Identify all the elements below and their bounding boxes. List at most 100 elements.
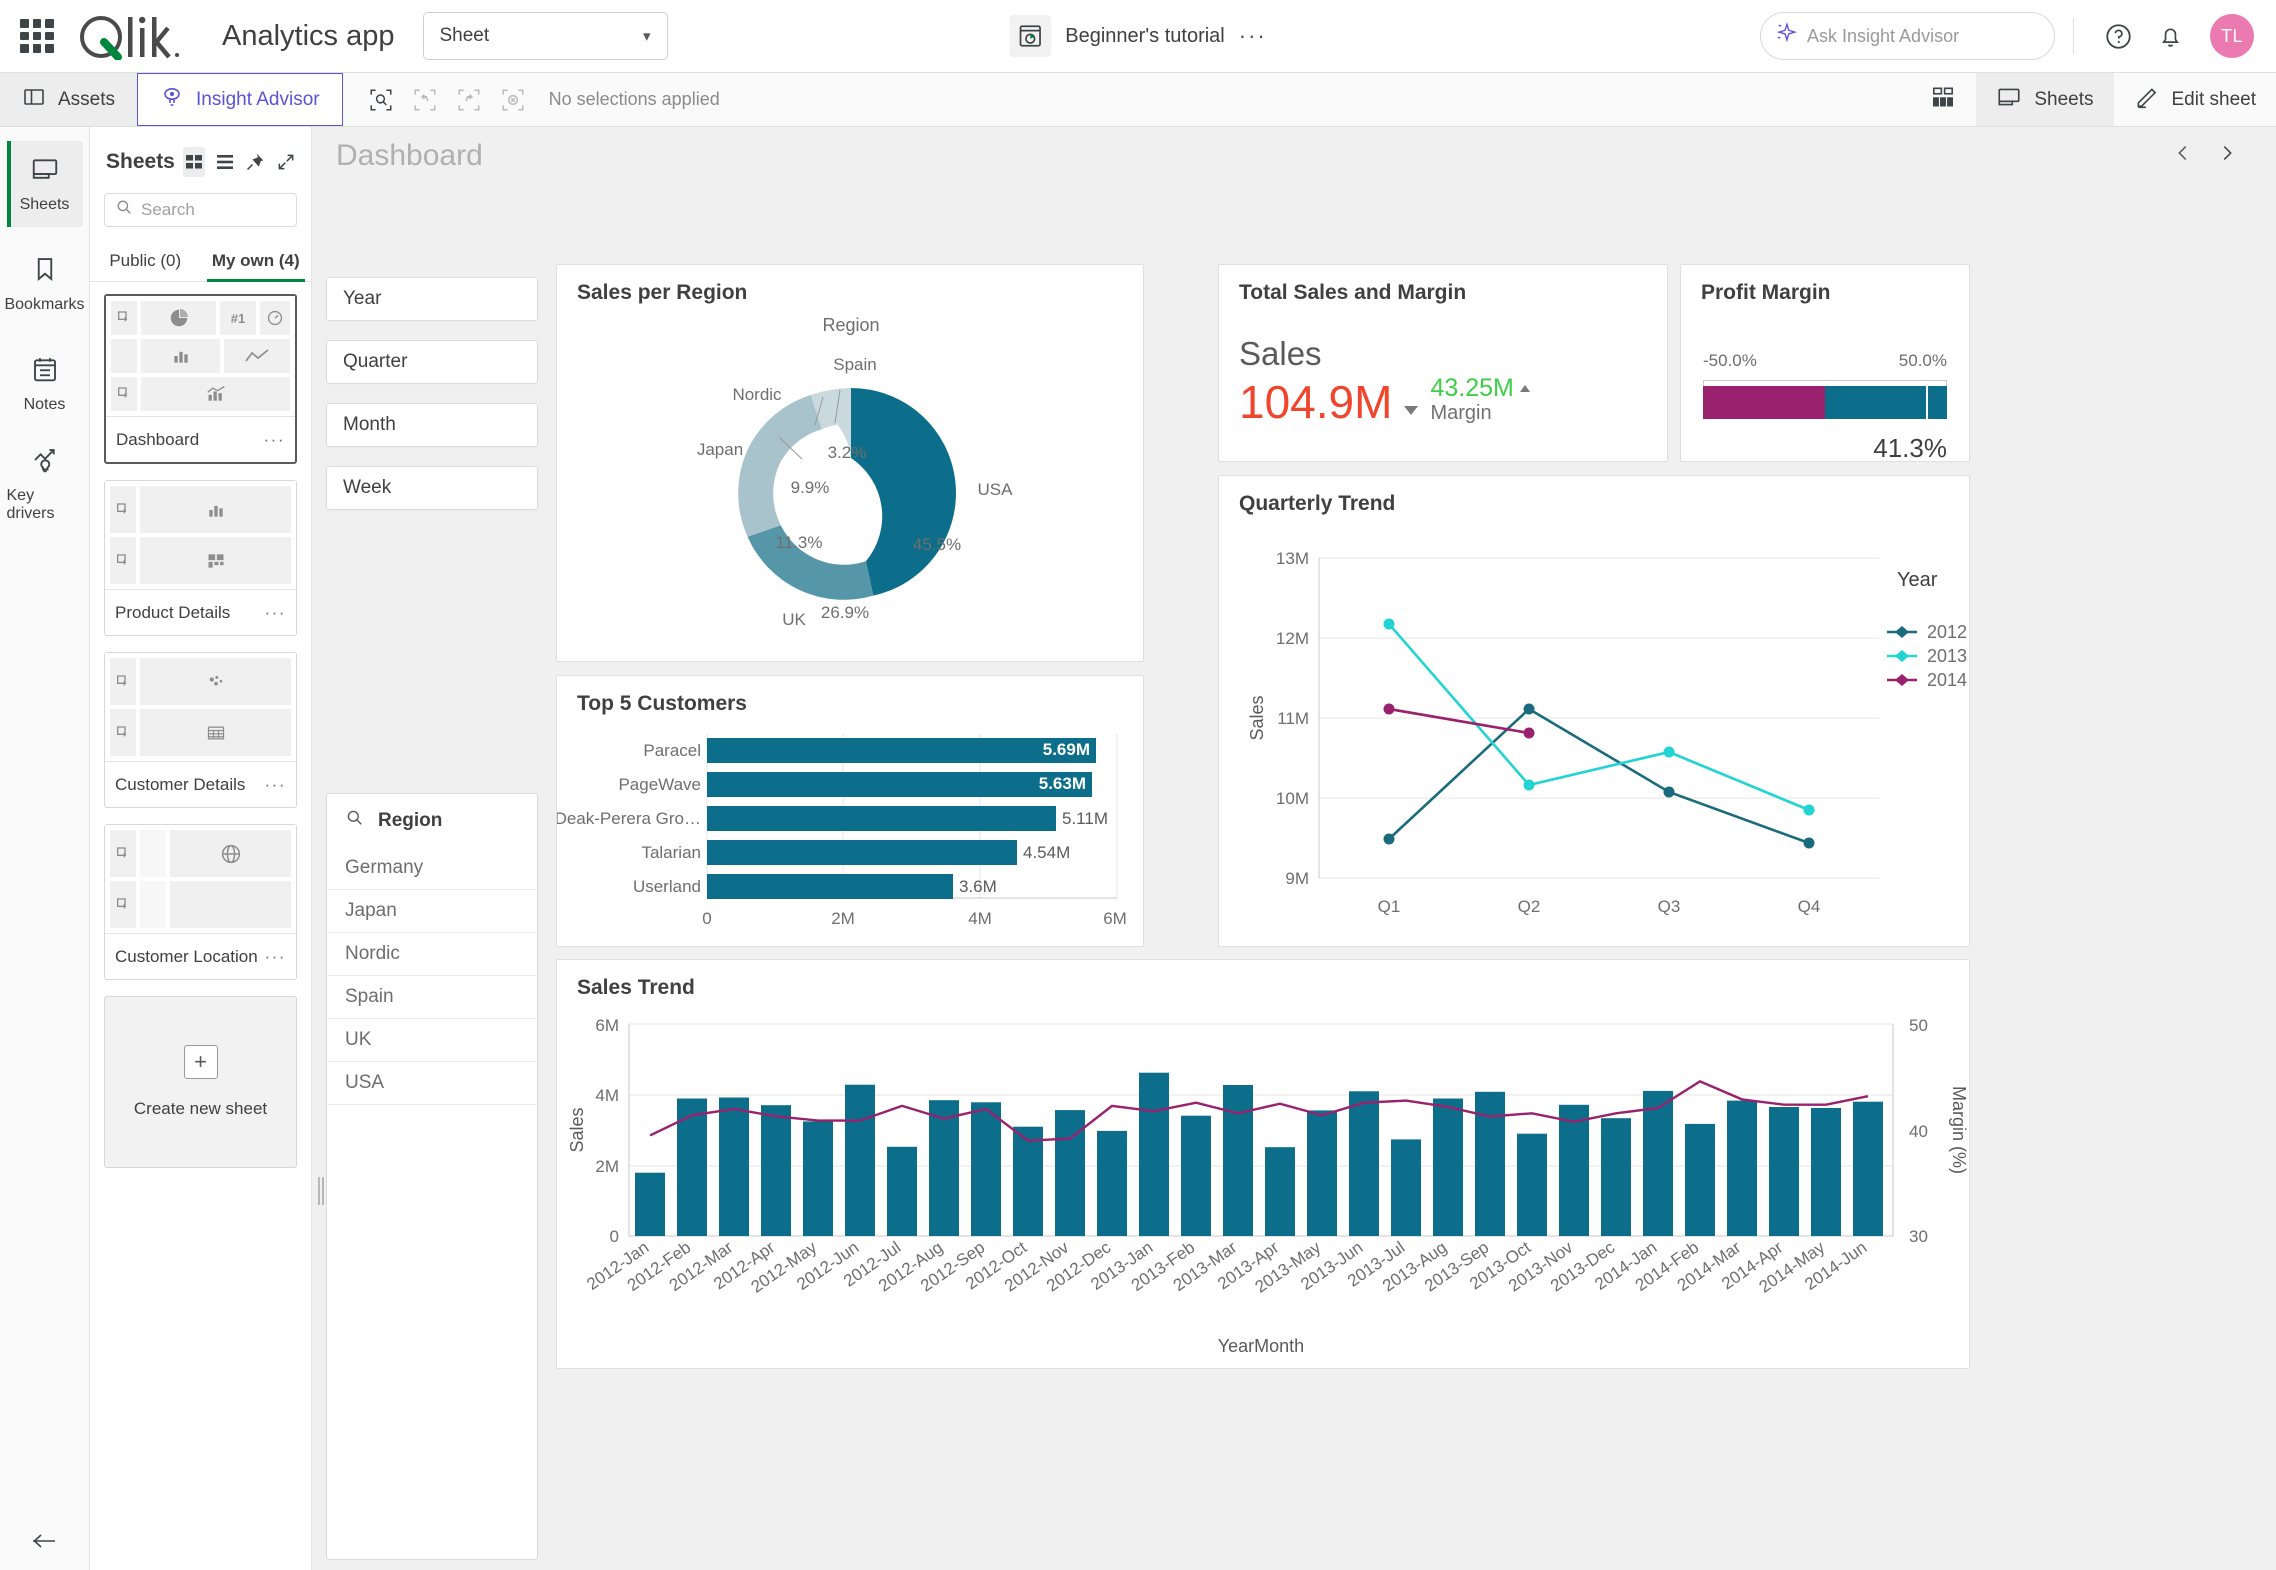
bar-talarian[interactable] <box>707 840 1017 865</box>
sheet-card-product-details[interactable]: Product Details ··· <box>104 480 297 636</box>
gauge-profit-margin[interactable]: Profit Margin -50.0% 50.0% 41.3% <box>1680 264 1970 463</box>
legend-2014: 2014 <box>1927 670 1967 690</box>
ask-insight-advisor-box[interactable] <box>1760 12 2055 60</box>
sheet-name: Dashboard <box>116 429 200 449</box>
sheets-search-input[interactable] <box>141 200 286 220</box>
filter-pane-region[interactable]: Region Germany Japan Nordic Spain UK USA <box>318 793 538 1560</box>
selections-search-icon[interactable] <box>361 80 401 120</box>
bar-paracel[interactable] <box>707 738 1096 763</box>
pin-panel-button[interactable] <box>244 147 267 177</box>
xtick-4m: 4M <box>968 909 992 928</box>
sidebar-item-sheets[interactable]: Sheets <box>6 141 83 227</box>
point-2013-q3[interactable] <box>1663 746 1675 758</box>
filter-pane-month[interactable]: Month <box>326 403 538 447</box>
point-2014-q2[interactable] <box>1523 727 1535 739</box>
chart-sales-per-region[interactable]: Sales per Region Region Spain Nordic Jap… <box>556 264 1144 662</box>
donut-slice-usa[interactable] <box>851 388 956 596</box>
sheet-card-menu[interactable]: ··· <box>265 947 286 967</box>
grid-view-button[interactable] <box>182 147 206 177</box>
bar-userland[interactable] <box>707 874 953 899</box>
bar-2013-jun <box>1349 1091 1379 1236</box>
list-view-button[interactable] <box>213 147 236 177</box>
breadcrumb: Beginner's tutorial ··· <box>1009 15 1266 57</box>
point-2012-q2[interactable] <box>1523 703 1535 715</box>
gauge-min-label: -50.0% <box>1703 351 1757 370</box>
point-2013-q2[interactable] <box>1523 779 1535 791</box>
filter-pane-year[interactable]: Year <box>326 277 538 321</box>
insight-advisor-tab[interactable]: Insight Advisor <box>137 73 343 126</box>
bar-deak-perera[interactable] <box>707 806 1056 831</box>
thumb-number-icon: #1 <box>220 301 256 335</box>
search-icon[interactable] <box>345 808 364 833</box>
chart-title: Top 5 Customers <box>577 692 747 715</box>
trend-down-icon <box>1404 406 1419 416</box>
app-menu-button[interactable]: ··· <box>1239 23 1267 49</box>
list-item[interactable]: UK <box>327 1019 537 1062</box>
thumb-bar-icon <box>140 486 291 533</box>
sheet-card-menu[interactable]: ··· <box>265 775 286 795</box>
chart-quarterly-trend[interactable]: Quarterly Trend 13M 12M 11M 10M 9M Sales… <box>1218 475 1970 947</box>
sheet-card-menu[interactable]: ··· <box>264 430 285 450</box>
sidebar-item-key-drivers[interactable]: Key drivers <box>7 441 83 527</box>
point-2012-q1[interactable] <box>1383 833 1395 845</box>
filter-pane-quarter[interactable]: Quarter <box>326 340 538 384</box>
charts-view-button[interactable] <box>1910 73 1976 126</box>
point-2014-q1[interactable] <box>1383 703 1395 715</box>
avatar[interactable]: TL <box>2210 14 2254 58</box>
chart-top-5-customers[interactable]: Top 5 Customers 5.69M Paracel 5.63M Page… <box>556 675 1144 947</box>
bar-pagewave[interactable] <box>707 772 1092 797</box>
sheet-card-customer-location[interactable]: Customer Location ··· <box>104 824 297 980</box>
sidebar-item-notes[interactable]: Notes <box>7 341 83 427</box>
chart-sales-trend[interactable]: Sales Trend 6M 4M 2M 0 Sales 50 40 30 Ma… <box>556 959 1970 1369</box>
list-item[interactable]: Nordic <box>327 933 537 976</box>
notifications-bell-icon[interactable] <box>2150 16 2190 56</box>
y2-axis-title: Margin (%) <box>1949 1086 1969 1174</box>
sheet-card-name-row: Dashboard ··· <box>106 416 295 462</box>
tab-public[interactable]: Public (0) <box>90 241 201 281</box>
resize-handle[interactable] <box>318 1176 324 1205</box>
next-sheet-icon[interactable] <box>2216 142 2238 170</box>
thumb-filter-icon-2 <box>111 377 137 411</box>
bar-2012-jul <box>887 1146 917 1236</box>
filter-label: Month <box>343 414 396 435</box>
sheet-card-dashboard[interactable]: #1 Dashboard ··· <box>104 294 297 464</box>
point-2013-q4[interactable] <box>1803 804 1815 816</box>
prev-sheet-icon[interactable] <box>2172 142 2194 170</box>
list-item[interactable]: Japan <box>327 890 537 933</box>
thumb-map-area <box>170 881 291 928</box>
kpi-total-sales-and-margin[interactable]: Total Sales and Margin Sales 104.9M 43.2… <box>1218 264 1668 462</box>
assets-button[interactable]: Assets <box>0 73 138 126</box>
bar-2013-jul <box>1391 1139 1421 1236</box>
list-item[interactable]: Spain <box>327 976 537 1019</box>
ask-insight-advisor-input[interactable] <box>1807 25 2040 47</box>
bookmark-icon <box>30 254 60 289</box>
donut-slice-japan[interactable] <box>738 444 782 537</box>
ytick-9m: 9M <box>1285 869 1309 888</box>
thumb-spacer-2 <box>140 881 166 928</box>
sidebar-item-bookmarks[interactable]: Bookmarks <box>4 241 85 327</box>
list-item[interactable]: Germany <box>327 847 537 890</box>
filter-pane-week[interactable]: Week <box>326 466 538 510</box>
sheet-card-menu[interactable]: ··· <box>265 603 286 623</box>
sheets-button[interactable]: Sheets <box>1976 73 2114 126</box>
expand-panel-button[interactable] <box>274 147 297 177</box>
ytick-12m: 12M <box>1276 629 1309 648</box>
app-launcher-icon[interactable] <box>20 19 54 53</box>
bar-2014-apr <box>1769 1107 1799 1236</box>
point-2013-q1[interactable] <box>1383 618 1395 630</box>
create-new-sheet-button[interactable]: + Create new sheet <box>104 996 297 1168</box>
edit-sheet-button[interactable]: Edit sheet <box>2114 73 2276 126</box>
point-2012-q3[interactable] <box>1663 786 1675 798</box>
help-icon[interactable] <box>2098 16 2138 56</box>
sheets-search-box[interactable] <box>104 193 297 227</box>
sidebar-item-label: Notes <box>23 396 66 413</box>
sheet-card-customer-details[interactable]: Customer Details ··· <box>104 652 297 808</box>
list-item[interactable]: USA <box>327 1062 537 1105</box>
point-2012-q4[interactable] <box>1803 837 1815 849</box>
thumb-treemap-icon <box>140 537 291 584</box>
sheet-selector[interactable]: Sheet ▾ <box>422 12 668 60</box>
tab-my-own[interactable]: My own (4) <box>201 241 312 282</box>
collapse-sidebar-icon[interactable] <box>0 1530 90 1552</box>
sales-bars[interactable] <box>635 1072 1883 1236</box>
assets-label: Assets <box>58 88 116 110</box>
